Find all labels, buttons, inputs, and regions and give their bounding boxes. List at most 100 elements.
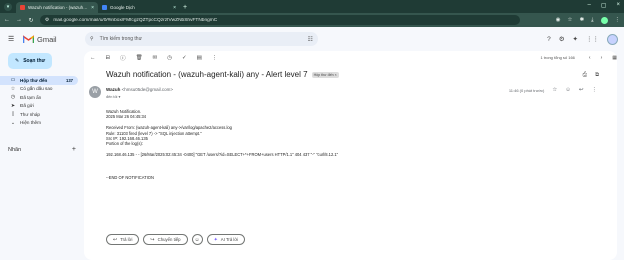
sidebar-item-label: Hiện thêm [20,120,41,126]
reply-icon: ↩ [113,236,118,243]
sidebar-item-label: Thư nháp [20,111,40,117]
site-info-icon[interactable]: ⚙ [45,18,49,23]
sidebar-item-snoozed[interactable]: ◷ Đã tạm ẩn [0,93,78,102]
gmail-header: ☰ Gmail ⚲ Tìm kiếm trong thư ☷ ? ⚙ ✦ ⋮⋮ [0,27,624,51]
ai-reply-label: AI Trả lời [220,237,239,242]
gemini-sparkle-icon[interactable]: ✦ [573,35,578,43]
header-actions: ? ⚙ ✦ ⋮⋮ [547,33,618,45]
email-body: Wazuh Notification. 2025 Mar 26 04:45:34… [106,109,338,181]
mark-unread-icon[interactable]: ✉ [153,55,158,61]
gmail-m-icon [23,35,34,43]
sidebar-item-inbox[interactable]: ▭ Hộp thư đến 137 [0,76,78,85]
message-pane: ← ⊟ ⓘ 🗑 ✉ ◷ ✓ ▤ ⋮ 1 trong tổng số 166 ‹ … [84,51,617,260]
tab-title: Google Dịch [110,5,135,10]
reload-icon[interactable]: ↻ [28,17,34,24]
sidebar-item-label: Có gắn dấu sao [20,86,53,92]
star-icon[interactable]: ☆ [552,87,557,93]
archive-icon[interactable]: ⊟ [106,55,111,61]
browser-toolbar: ← → ↻ ⚙ mail.google.com/mail/u/0/#inbox/… [0,13,624,27]
forward-button[interactable]: ↪ Chuyển tiếp [143,234,188,245]
report-spam-icon[interactable]: ⓘ [120,54,126,62]
emoji-button[interactable]: ☺ [191,234,203,245]
sender-email: <hmsu05de@gmail.com> [121,87,173,92]
close-tab-icon[interactable]: × [173,5,176,11]
ai-reply-button[interactable]: ✦ AI Trả lời [206,234,246,245]
help-icon[interactable]: ? [547,36,551,43]
input-tools-icon[interactable]: ▦ [612,55,617,61]
extensions-icon[interactable]: ✱ [579,17,584,24]
sidebar-item-label: Đã gửi [20,103,34,109]
tab-search-icon[interactable]: ▾ [4,3,12,11]
emoji-icon: ☺ [194,236,200,243]
maximize-icon[interactable]: ▢ [601,2,607,9]
url-text: mail.google.com/mail/u/0/#inbox/FMfcgzQZ… [53,17,218,23]
move-to-icon[interactable]: ▤ [197,55,202,61]
gmail-logo[interactable]: Gmail [23,35,57,44]
reply-icon[interactable]: ↩ [579,87,584,93]
recipient-details[interactable]: đến tôi ▾ [106,94,120,99]
older-icon[interactable]: › [601,55,603,61]
sidebar-item-more[interactable]: ⌄ Hiện thêm [0,119,78,128]
account-avatar[interactable] [607,33,618,45]
newer-icon[interactable]: ‹ [589,55,591,61]
labels-header: Nhãn + [8,146,76,153]
add-label-icon[interactable]: + [72,146,76,153]
labels-heading: Nhãn [8,147,22,153]
menu-icon[interactable]: ⋮ [615,17,621,24]
email-subject: Wazuh notification - (wazuh-agent-kali) … [106,70,308,79]
close-tab-icon[interactable]: × [91,5,94,11]
browser-tab-translate[interactable]: Google Dịch × [98,2,180,13]
bookmark-star-icon[interactable]: ☆ [568,17,573,24]
email-time: 11:46 (0 phút trước) [508,87,545,93]
subject-line: Wazuh notification - (wazuh-agent-kali) … [106,70,339,79]
sidebar-item-sent[interactable]: ➤ Đã gửi [0,102,78,111]
minimize-icon[interactable]: – [587,2,590,9]
send-icon: ➤ [10,102,16,109]
message-meta: 11:46 (0 phút trước) ☆ ☺ ↩ ⋮ [509,87,597,93]
sidebar-item-label: Đã tạm ẩn [20,94,42,100]
tab-title: Wazuh notification - (wazuh-agent-kali) … [28,5,89,10]
emoji-react-icon[interactable]: ☺ [565,87,571,93]
open-new-window-icon[interactable]: ⧉ [595,72,599,79]
new-tab-icon[interactable]: + [183,4,187,11]
address-bar[interactable]: ⚙ mail.google.com/mail/u/0/#inbox/FMfcgz… [40,15,520,25]
browser-tab-active[interactable]: Wazuh notification - (wazuh-agent-kali) … [16,2,98,13]
search-input[interactable]: Tìm kiếm trong thư [100,36,142,42]
browser-tab-strip: ▾ Wazuh notification - (wazuh-agent-kali… [0,0,624,13]
apps-grid-icon[interactable]: ⋮⋮ [586,35,599,43]
sender-name[interactable]: Wazuh [106,87,120,92]
inbox-label-badge[interactable]: Hộp thư đến × [311,71,339,78]
sender-avatar: W [89,86,101,98]
downloads-icon[interactable]: ⤓ [591,17,593,24]
body-line: 192.168.46.135 - - [26/Mar/2025:02:45:34… [106,152,339,158]
forward-icon[interactable]: → [16,17,22,23]
add-task-icon[interactable]: ✓ [182,55,187,61]
search-icon[interactable]: ⚲ [90,36,94,42]
more-icon[interactable]: ⋮ [592,87,598,93]
back-icon[interactable]: ← [4,17,10,23]
gmail-wordmark: Gmail [37,34,57,44]
reply-button[interactable]: ↩ Trả lời [106,234,140,245]
reply-label: Trả lời [120,237,133,242]
main-menu-icon[interactable]: ☰ [8,35,18,43]
snooze-icon[interactable]: ◷ [167,55,172,61]
forward-icon: ↪ [150,236,155,243]
delete-icon[interactable]: 🗑 [136,55,143,61]
search-options-icon[interactable]: ☷ [308,36,313,43]
sidebar-item-starred[interactable]: ☆ Có gắn dấu sao [0,85,78,94]
draft-icon: ▯ [11,111,15,118]
sender-line: Wazuh <hmsu05de@gmail.com> [106,87,173,92]
pager-text: 1 trong tổng số 166 [540,55,575,60]
sidebar-item-drafts[interactable]: ▯ Thư nháp [0,110,78,119]
settings-gear-icon[interactable]: ⚙ [559,35,565,43]
close-window-icon[interactable]: × [616,2,620,9]
message-toolbar: ← ⊟ ⓘ 🗑 ✉ ◷ ✓ ▤ ⋮ 1 trong tổng số 166 ‹ … [84,51,617,64]
eye-icon[interactable]: ◉ [556,17,561,24]
more-options-icon[interactable]: ⋮ [212,55,218,61]
compose-button[interactable]: ✎ Soạn thư [8,53,52,69]
mail-search-bar[interactable]: ⚲ Tìm kiếm trong thư ☷ [85,32,318,46]
forward-label: Chuyển tiếp [157,237,181,242]
print-icon[interactable]: ⎙ [583,72,587,79]
profile-avatar[interactable] [600,16,608,24]
back-to-inbox-icon[interactable]: ← [90,55,96,61]
